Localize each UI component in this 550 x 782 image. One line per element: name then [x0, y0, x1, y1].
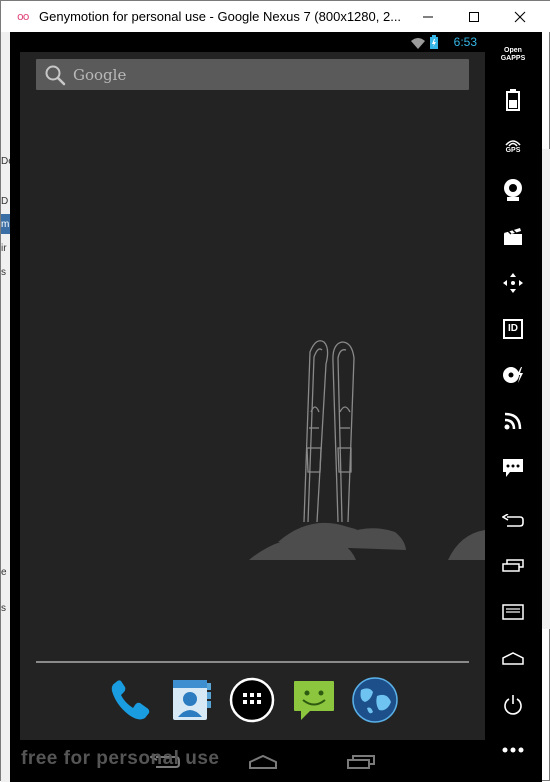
minimize-icon	[423, 16, 433, 17]
back-icon	[502, 514, 524, 527]
gps-signal-icon	[505, 140, 521, 147]
close-button[interactable]	[497, 1, 543, 32]
disk-lightning-icon	[503, 367, 523, 383]
messaging-app[interactable]	[290, 676, 338, 724]
menu-icon	[502, 604, 524, 620]
gps-button[interactable]: GPS	[491, 128, 535, 164]
title-bar[interactable]: oo Genymotion for personal use - Google …	[1, 1, 550, 32]
google-search-bar[interactable]: Google	[36, 59, 469, 90]
clapperboard-icon	[504, 228, 522, 245]
open-gapps-label: GAPPS	[500, 55, 526, 62]
contacts-app[interactable]	[168, 676, 216, 724]
identifiers-button[interactable]: ID	[491, 311, 535, 347]
background-text: D	[1, 196, 9, 207]
status-time: 6:53	[453, 35, 477, 49]
back-button[interactable]	[491, 503, 535, 539]
recent-apps-icon	[347, 755, 375, 769]
gps-label: GPS	[505, 147, 521, 154]
browser-app[interactable]	[351, 676, 399, 724]
messaging-icon	[294, 681, 334, 720]
genymotion-window: (e De D m ir s e s oo Genymotion for per…	[0, 0, 550, 782]
maximize-button[interactable]	[451, 1, 497, 32]
recent-apps-icon	[502, 559, 524, 572]
wifi-icon	[411, 37, 425, 49]
move-arrows-icon	[503, 273, 523, 293]
genymotion-logo-icon: oo	[17, 10, 30, 23]
home-icon	[249, 754, 277, 769]
background-text: m	[1, 219, 10, 230]
background-window-edge	[542, 149, 550, 629]
app-drawer-icon	[229, 677, 275, 723]
background-window-strip: (e De D m ir s e s	[1, 1, 10, 782]
phone-icon	[111, 680, 150, 720]
search-icon	[45, 65, 66, 86]
app-dock	[20, 666, 485, 736]
webcam-button[interactable]	[491, 172, 535, 208]
ski-wallpaper	[249, 340, 485, 560]
close-icon	[514, 11, 526, 22]
phone-app[interactable]	[106, 676, 154, 724]
power-icon	[504, 695, 522, 715]
power-button[interactable]	[491, 687, 535, 723]
remote-control-button[interactable]	[491, 265, 535, 301]
disk-io-button[interactable]	[491, 357, 535, 393]
id-label: ID	[508, 323, 518, 334]
chat-bubble-icon	[503, 459, 523, 477]
android-status-bar: 6:53	[20, 32, 485, 52]
screencast-button[interactable]	[491, 218, 535, 254]
battery-button[interactable]	[491, 82, 535, 118]
battery-icon	[506, 89, 520, 111]
device-frame: 6:53 Google	[10, 32, 542, 782]
webcam-icon	[504, 179, 522, 201]
background-text: ir	[1, 243, 7, 254]
sms-button[interactable]	[491, 450, 535, 486]
search-placeholder: Google	[73, 66, 127, 84]
recent-apps-button[interactable]	[491, 548, 535, 584]
more-dots-icon	[502, 747, 524, 753]
window-title: Genymotion for personal use - Google Nex…	[39, 9, 402, 24]
background-text: De	[1, 156, 10, 167]
android-home-screen[interactable]: Google	[20, 52, 485, 740]
open-gapps-label: Open	[504, 47, 522, 54]
maximize-icon	[469, 11, 479, 22]
minimize-button[interactable]	[405, 1, 451, 32]
background-text: s	[1, 267, 6, 278]
battery-charging-icon	[430, 35, 438, 49]
rss-icon	[504, 412, 522, 430]
dock-divider	[36, 661, 469, 663]
globe-icon	[352, 677, 398, 723]
network-button[interactable]	[491, 403, 535, 439]
nav-recent-button[interactable]	[341, 748, 381, 776]
more-options-button[interactable]	[491, 732, 535, 768]
home-icon	[502, 652, 524, 665]
home-button[interactable]	[491, 640, 535, 676]
genymotion-toolbar: Open GAPPS GPS ID	[485, 32, 542, 782]
background-text: s	[1, 603, 6, 614]
status-icons	[410, 35, 439, 49]
contacts-icon	[173, 680, 211, 720]
nav-home-button[interactable]	[243, 748, 283, 776]
open-gapps-button[interactable]: Open GAPPS	[491, 37, 535, 73]
menu-button[interactable]	[491, 594, 535, 630]
background-text: e	[1, 567, 7, 578]
personal-use-watermark: free for personal use	[21, 748, 220, 769]
app-drawer-button[interactable]	[228, 676, 276, 724]
